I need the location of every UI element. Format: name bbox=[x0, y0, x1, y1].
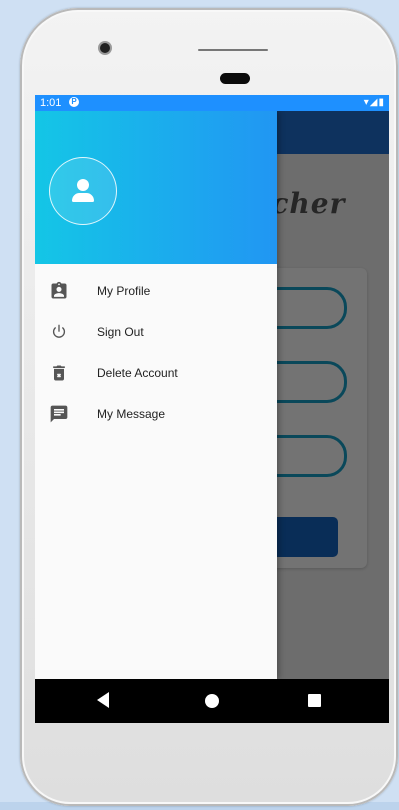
person-icon-body bbox=[72, 193, 94, 202]
status-time: 1:01 bbox=[40, 97, 62, 109]
avatar[interactable] bbox=[49, 157, 117, 225]
navigation-drawer: My Profile Sign Out Delete Account My Me… bbox=[35, 111, 277, 679]
earpiece-line bbox=[198, 49, 268, 51]
front-camera bbox=[100, 43, 110, 53]
recents-icon[interactable] bbox=[308, 694, 321, 707]
back-icon[interactable] bbox=[97, 692, 109, 708]
home-icon[interactable] bbox=[205, 694, 219, 708]
menu-item-delete-account[interactable]: Delete Account bbox=[35, 356, 277, 397]
menu-item-sign-out[interactable]: Sign Out bbox=[35, 315, 277, 356]
menu-item-label: Delete Account bbox=[97, 366, 178, 380]
menu-item-label: My Message bbox=[97, 407, 166, 421]
device-screen: 1:01 P ▾◢▮ ncher My Profile bbox=[35, 95, 389, 723]
profile-badge-icon bbox=[51, 281, 67, 299]
signal-battery-icons: ▾◢▮ bbox=[363, 97, 385, 108]
drawer-header bbox=[35, 111, 277, 264]
power-icon bbox=[52, 324, 66, 338]
notification-badge-icon: P bbox=[69, 97, 79, 107]
menu-item-my-message[interactable]: My Message bbox=[35, 397, 277, 438]
status-bar: 1:01 P ▾◢▮ bbox=[35, 95, 389, 111]
person-icon bbox=[77, 179, 89, 191]
delete-icon bbox=[53, 365, 65, 381]
message-icon bbox=[50, 405, 68, 423]
menu-item-label: My Profile bbox=[97, 284, 151, 298]
menu-item-my-profile[interactable]: My Profile bbox=[35, 274, 277, 315]
menu-item-label: Sign Out bbox=[97, 325, 144, 339]
speaker bbox=[220, 73, 250, 84]
drawer-menu: My Profile Sign Out Delete Account My Me… bbox=[35, 274, 277, 438]
system-navigation-bar bbox=[35, 679, 389, 723]
